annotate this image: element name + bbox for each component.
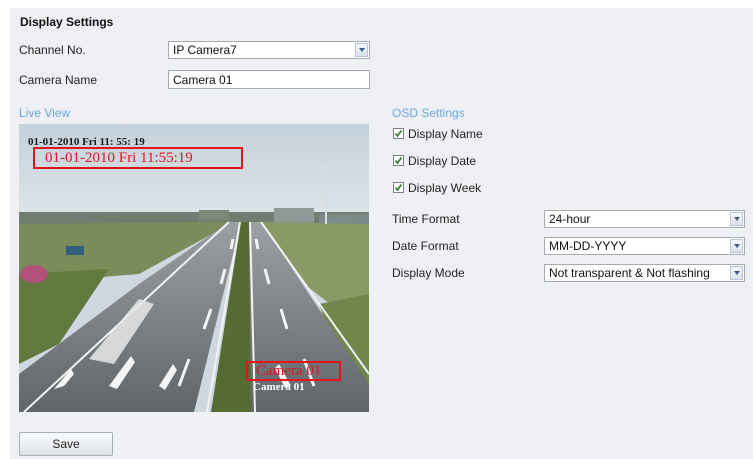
live-view-video[interactable]: 01-01-2010 Fri 11: 55: 19 01-01-2010 Fri… (19, 124, 369, 412)
date-format-select[interactable]: MM-DD-YYYY (544, 237, 745, 255)
display-name-checkbox[interactable] (393, 128, 404, 139)
time-format-select[interactable]: 24-hour (544, 210, 745, 228)
osd-name-region[interactable]: Camera 01 (246, 361, 341, 381)
channel-label: Channel No. (19, 43, 86, 57)
osd-settings-heading: OSD Settings (392, 106, 465, 120)
display-week-label: Display Week (408, 181, 482, 195)
chevron-down-icon[interactable] (730, 266, 743, 280)
channel-select-value: IP Camera7 (173, 43, 237, 57)
chevron-down-icon[interactable] (355, 43, 368, 57)
checkmark-icon (394, 157, 403, 165)
page-title: Display Settings (20, 15, 114, 29)
channel-select[interactable]: IP Camera7 (168, 41, 370, 59)
checkmark-icon (394, 184, 403, 192)
checkmark-icon (394, 130, 403, 138)
display-week-checkbox[interactable] (393, 182, 404, 193)
live-view-heading: Live View (19, 106, 71, 120)
display-mode-value: Not transparent & Not flashing (549, 266, 710, 280)
display-date-checkbox[interactable] (393, 155, 404, 166)
display-mode-label: Display Mode (392, 266, 465, 280)
osd-name-plain: Camera 01 (253, 381, 305, 393)
camera-name-input[interactable] (168, 70, 370, 89)
save-button[interactable]: Save (19, 432, 113, 456)
display-name-label: Display Name (408, 127, 483, 141)
date-format-value: MM-DD-YYYY (549, 239, 627, 253)
time-format-label: Time Format (392, 212, 460, 226)
time-format-value: 24-hour (549, 212, 591, 226)
display-mode-select[interactable]: Not transparent & Not flashing (544, 264, 745, 282)
osd-date-region[interactable]: 01-01-2010 Fri 11:55:19 (33, 147, 243, 169)
date-format-label: Date Format (392, 239, 459, 253)
camera-name-label: Camera Name (19, 73, 98, 87)
chevron-down-icon[interactable] (730, 212, 743, 226)
chevron-down-icon[interactable] (730, 239, 743, 253)
display-date-label: Display Date (408, 154, 477, 168)
